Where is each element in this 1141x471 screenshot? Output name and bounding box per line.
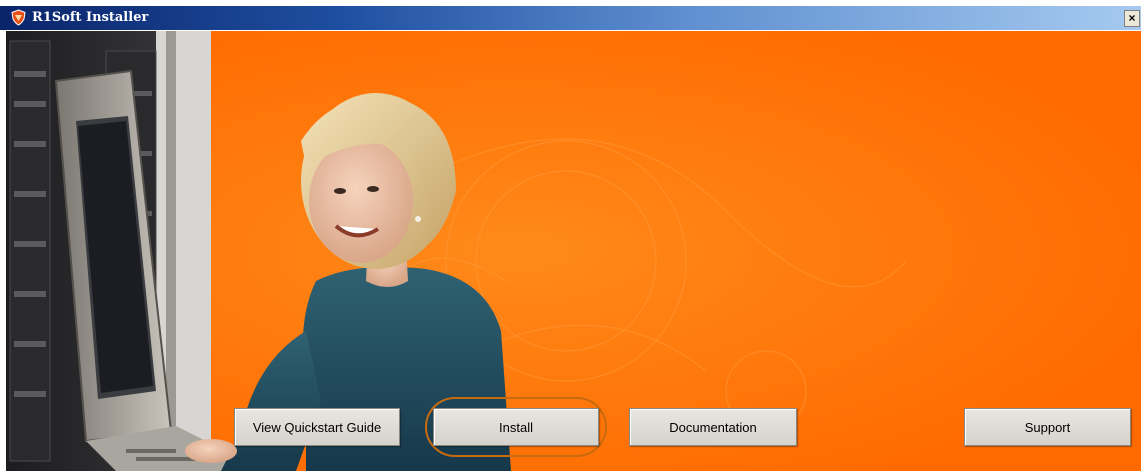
close-icon: ×: [1128, 11, 1136, 25]
documentation-button[interactable]: Documentation: [629, 408, 797, 446]
title-bar[interactable]: R1Soft Installer ×: [0, 6, 1141, 30]
quickstart-button-label: View Quickstart Guide: [252, 419, 382, 435]
view-quickstart-guide-button[interactable]: View Quickstart Guide: [234, 408, 400, 446]
installer-window: R1Soft Installer × View Quickstart Guide…: [0, 0, 1141, 471]
banner-illustration: [6, 31, 1141, 471]
install-button[interactable]: Install: [433, 408, 599, 446]
support-button[interactable]: Support: [964, 408, 1131, 446]
window-title: R1Soft Installer: [32, 10, 149, 25]
documentation-button-label: Documentation: [669, 419, 757, 435]
close-button[interactable]: ×: [1124, 10, 1140, 27]
r1soft-shield-icon: [11, 9, 26, 26]
support-button-label: Support: [1024, 419, 1071, 435]
installer-banner: [6, 31, 1141, 471]
install-button-label: Install: [499, 419, 533, 435]
